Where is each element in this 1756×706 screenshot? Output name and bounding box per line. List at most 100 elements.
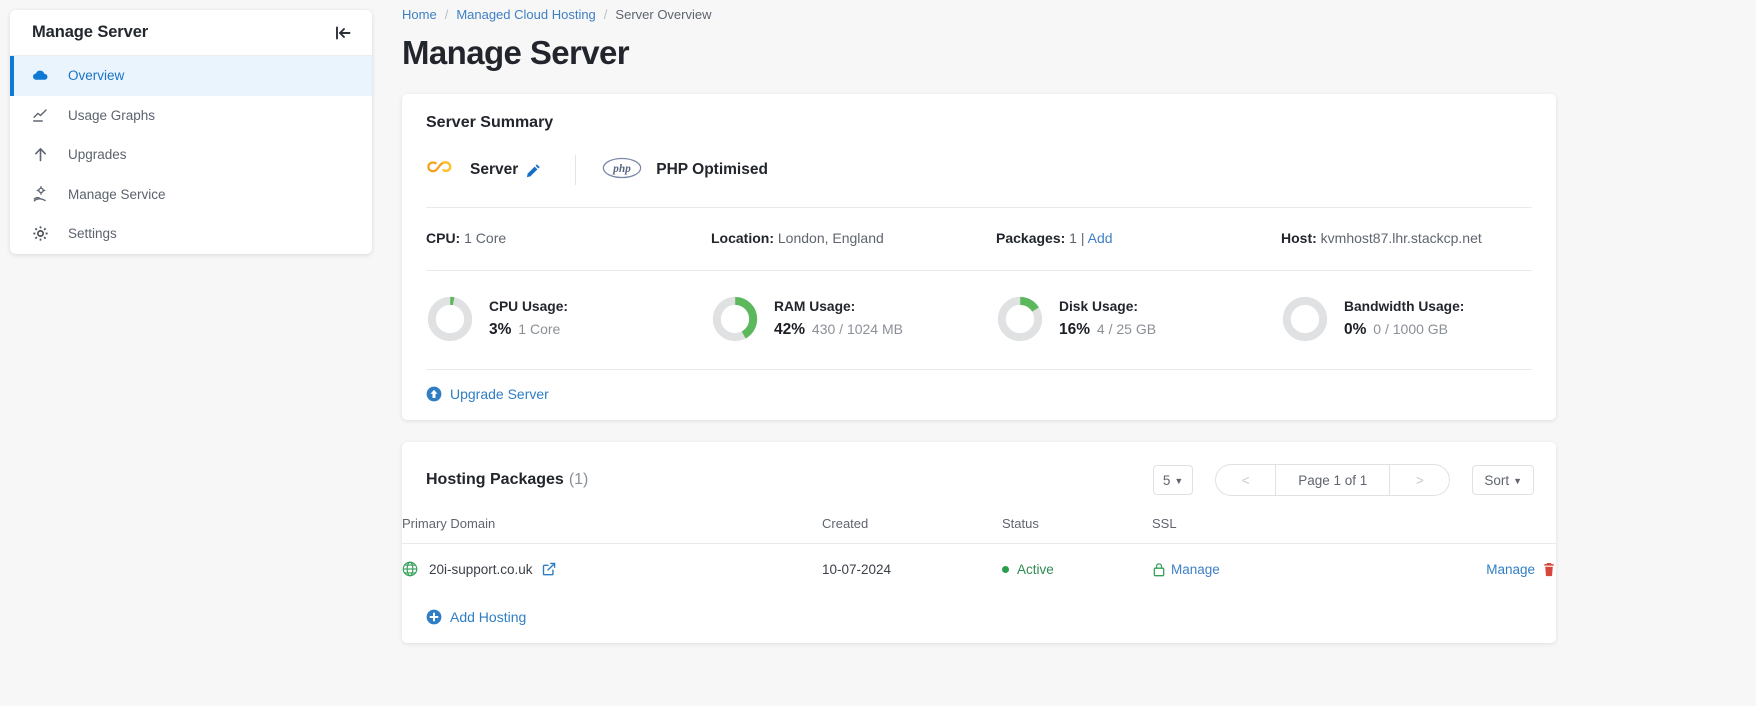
gauge-label: CPU Usage: <box>489 299 568 314</box>
info-host-label: Host: <box>1281 230 1317 246</box>
gauge-label: Disk Usage: <box>1059 299 1138 314</box>
column-header-primary-domain: Primary Domain <box>402 516 822 544</box>
row-manage-button[interactable]: Manage <box>1486 562 1556 577</box>
breadcrumb: Home / Managed Cloud Hosting / Server Ov… <box>402 0 1756 22</box>
hosting-packages-title-text: Hosting Packages <box>426 471 564 488</box>
breadcrumb-separator: / <box>603 7 608 22</box>
chevron-down-icon: ▼ <box>1513 476 1522 486</box>
sidebar-item-upgrades[interactable]: Upgrades <box>10 135 372 175</box>
bandwidth-usage-donut <box>1282 296 1328 342</box>
arrow-up-circle-icon <box>426 386 442 402</box>
lock-icon <box>1152 562 1166 577</box>
sidebar-item-label: Upgrades <box>68 147 127 163</box>
info-cpu: CPU: 1 Core <box>426 230 711 246</box>
gauge-label: Bandwidth Usage: <box>1344 299 1465 314</box>
usage-gauges-row: CPU Usage: 3% 1 Core RAM Usage: 42% 430 … <box>426 271 1532 370</box>
status-dot-icon <box>1002 565 1009 573</box>
server-badges-row: Server php PHP Optimised <box>426 155 1532 208</box>
gauge-cpu-usage: CPU Usage: 3% 1 Core <box>426 295 711 343</box>
status-badge: Active <box>1017 561 1054 577</box>
svg-text:php: php <box>612 163 631 175</box>
php-badge-label: PHP Optimised <box>656 161 768 178</box>
sidebar-item-usage-graphs[interactable]: Usage Graphs <box>10 96 372 136</box>
collapse-left-icon[interactable] <box>332 22 354 44</box>
sidebar-item-settings[interactable]: Settings <box>10 214 372 254</box>
pagination: < Page 1 of 1 > <box>1215 464 1451 496</box>
gauge-percent: 0% <box>1344 321 1367 338</box>
globe-icon <box>402 561 418 577</box>
php-logo-icon: php <box>602 157 642 184</box>
sidebar: Manage Server Overview Usage Graphs Upgr… <box>10 10 372 254</box>
hosting-packages-toolbar: 5 ▼ < Page 1 of 1 > Sort ▼ <box>1152 464 1534 496</box>
cell-created: 10-07-2024 <box>822 561 892 577</box>
external-link-icon[interactable] <box>542 562 556 576</box>
cell-primary-domain: 20i-support.co.uk <box>402 544 822 595</box>
sidebar-item-manage-service[interactable]: Manage Service <box>10 175 372 215</box>
gauge-bandwidth-usage: Bandwidth Usage: 0% 0 / 1000 GB <box>1281 295 1566 343</box>
php-badge: php PHP Optimised <box>602 157 768 184</box>
hosting-packages-card: Hosting Packages (1) 5 ▼ < Page 1 of 1 > … <box>402 442 1556 643</box>
sidebar-item-label: Usage Graphs <box>68 107 156 123</box>
per-page-value: 5 <box>1162 472 1171 488</box>
chart-line-icon <box>32 107 58 124</box>
info-location-label: Location: <box>711 230 774 246</box>
column-header-actions <box>1352 516 1556 544</box>
app-root: Manage Server Overview Usage Graphs Upgr… <box>0 0 1756 706</box>
gear-icon <box>32 225 58 242</box>
ssl-manage-link[interactable]: Manage <box>1152 562 1352 577</box>
cpu-usage-donut <box>427 296 473 342</box>
gauge-ram-usage: RAM Usage: 42% 430 / 1024 MB <box>711 295 996 343</box>
ram-usage-donut <box>712 296 758 342</box>
gauge-detail: 0 / 1000 GB <box>1373 321 1449 337</box>
sort-label: Sort <box>1484 472 1510 488</box>
pagination-page-label[interactable]: Page 1 of 1 <box>1275 464 1391 496</box>
hand-gear-icon <box>32 185 58 203</box>
sort-button[interactable]: Sort ▼ <box>1472 465 1534 495</box>
add-package-link[interactable]: Add <box>1088 230 1113 246</box>
info-cpu-label: CPU: <box>426 230 461 246</box>
info-cpu-value: 1 Core <box>464 230 507 246</box>
per-page-select[interactable]: 5 ▼ <box>1152 465 1194 495</box>
info-packages: Packages: 1 | Add <box>996 230 1281 246</box>
sidebar-item-label: Manage Service <box>68 186 166 202</box>
arrow-up-icon <box>32 146 58 163</box>
cell-ssl: Manage <box>1152 544 1352 595</box>
column-header-status: Status <box>1002 516 1152 544</box>
breadcrumb-item-home[interactable]: Home <box>402 7 437 22</box>
server-badge: Server <box>426 157 541 184</box>
info-host: Host: kvmhost87.lhr.stackcp.net <box>1281 230 1566 246</box>
server-badge-label: Server <box>470 161 519 178</box>
trash-icon[interactable] <box>1542 562 1556 577</box>
ssl-manage-label: Manage <box>1171 561 1220 577</box>
pencil-icon[interactable] <box>526 163 541 178</box>
server-info-row: CPU: 1 Core Location: London, England Pa… <box>426 208 1532 271</box>
cloud-icon <box>32 67 58 84</box>
sidebar-item-overview[interactable]: Overview <box>10 56 372 96</box>
breadcrumb-item-current: Server Overview <box>615 7 712 22</box>
pagination-prev-button[interactable]: < <box>1215 464 1276 496</box>
gauge-percent: 42% <box>774 321 806 338</box>
gauge-label: RAM Usage: <box>774 299 856 314</box>
row-manage-label: Manage <box>1486 561 1535 577</box>
badge-divider <box>575 155 577 185</box>
info-host-value: kvmhost87.lhr.stackcp.net <box>1320 230 1482 246</box>
disk-usage-donut <box>997 296 1043 342</box>
info-packages-separator: | <box>1080 230 1085 246</box>
sidebar-header: Manage Server <box>10 10 372 56</box>
domain-name[interactable]: 20i-support.co.uk <box>429 562 533 577</box>
table-header-row: Primary Domain Created Status SSL <box>402 516 1556 544</box>
hosting-packages-header: Hosting Packages (1) 5 ▼ < Page 1 of 1 > … <box>402 442 1556 496</box>
pagination-next-button[interactable]: > <box>1390 464 1451 496</box>
sidebar-item-label: Settings <box>68 226 117 242</box>
sidebar-item-label: Overview <box>68 68 125 84</box>
cell-status: Active <box>1002 544 1152 595</box>
info-location: Location: London, England <box>711 230 996 246</box>
table-row: 20i-support.co.uk 10-07-2024 Active Mana… <box>402 544 1556 595</box>
server-cloud-logo-icon <box>426 157 456 184</box>
server-summary-heading: Server Summary <box>426 114 554 131</box>
breadcrumb-item-managed-cloud-hosting[interactable]: Managed Cloud Hosting <box>456 7 595 22</box>
upgrade-server-link[interactable]: Upgrade Server <box>426 370 1532 420</box>
column-header-created: Created <box>822 516 1002 544</box>
add-hosting-link[interactable]: Add Hosting <box>402 594 1556 643</box>
info-packages-label: Packages: <box>996 230 1066 246</box>
